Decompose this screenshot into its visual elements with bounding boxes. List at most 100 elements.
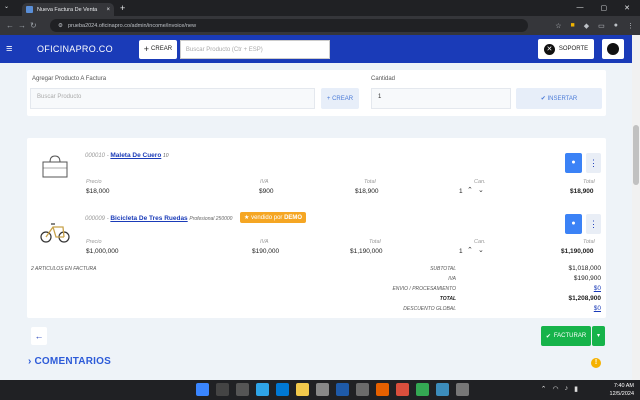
envio-link[interactable]: $0 [541, 285, 601, 292]
browser-menu-icon[interactable]: ⋮ [627, 22, 634, 30]
badge-vendor: DEMO [284, 215, 303, 221]
chrome-icon[interactable] [416, 383, 429, 396]
close-window-icon[interactable]: ✕ [624, 4, 630, 12]
store-icon[interactable] [276, 383, 289, 396]
product-search-input[interactable]: Buscar Producto [30, 88, 315, 109]
header-crear-button[interactable]: + CREAR [138, 39, 177, 59]
app-icon[interactable] [456, 383, 469, 396]
user-icon: ● [571, 159, 576, 166]
item-code: 000010 - [85, 153, 111, 159]
cantidad-input[interactable]: 1 [371, 88, 511, 109]
maximize-icon[interactable]: ▢ [601, 4, 608, 12]
task-view-icon[interactable] [236, 383, 249, 396]
bookmark-star-icon[interactable]: ☆ [555, 22, 561, 30]
firefox-icon[interactable] [376, 383, 389, 396]
total-label: TOTAL [439, 296, 456, 302]
comentarios-section-toggle[interactable]: › COMENTARIOS [28, 356, 111, 367]
tab-close-icon[interactable]: × [106, 7, 110, 13]
invoice-items-card: 000010 - Maleta De Cuero 10 ● ⋮ Precio $… [27, 138, 606, 318]
window-controls: — ▢ ✕ [577, 4, 640, 12]
qty-up-icon[interactable]: ⌃ [467, 186, 473, 194]
grand-total-value: $1,208,900 [568, 295, 601, 302]
header-product-search-input[interactable]: Buscar Producto (Ctr + ESP) [179, 39, 330, 59]
user-menu-button[interactable] [602, 39, 624, 59]
subtotal-label: SUBTOTAL [430, 266, 456, 272]
edge-icon[interactable] [256, 383, 269, 396]
crear-product-button[interactable]: + CREAR [321, 88, 359, 109]
add-product-card: Agregar Producto A Factura Buscar Produc… [27, 70, 606, 116]
vendor-badge: ★ vendido por DEMO [240, 212, 307, 223]
facturar-button[interactable]: ✔ FACTURAR [541, 326, 591, 346]
item-total: $1,190,000 [350, 248, 383, 255]
iva-col-label: IVA [260, 239, 269, 245]
browser-tab[interactable]: Nueva Factura De Venta × [22, 3, 114, 16]
item-qty: 1 [459, 188, 463, 195]
total-col-label: Total [369, 239, 381, 245]
info-icon[interactable]: ! [591, 358, 601, 368]
back-icon[interactable]: ← [6, 21, 18, 30]
tab-search-icon[interactable]: ⌄ [4, 3, 14, 13]
file-explorer-icon[interactable] [296, 383, 309, 396]
item-precio: $1,000,000 [86, 248, 119, 255]
extensions-puzzle-icon[interactable]: ◆ [584, 22, 589, 30]
can-col-label: Can. [474, 239, 486, 245]
descuento-label: DESCUENTO GLOBAL [403, 306, 456, 312]
app-logo[interactable]: OFICINAPRO.CO [37, 44, 113, 54]
can-col-label: Can. [474, 179, 486, 185]
item-options-button[interactable]: ⋮ [586, 153, 601, 173]
descuento-link[interactable]: $0 [541, 305, 601, 312]
app-icon[interactable] [396, 383, 409, 396]
items-count: 2 ARTICULOS EN FACTURA [31, 266, 97, 272]
app-icon[interactable] [316, 383, 329, 396]
system-tray: ⌃ ◠ ♪ ▮ [541, 385, 578, 393]
app-icon[interactable] [436, 383, 449, 396]
tricycle-image [40, 223, 70, 243]
minimize-icon[interactable]: — [577, 4, 584, 12]
item-qty: 1 [459, 248, 463, 255]
item-user-button[interactable]: ● [565, 214, 582, 234]
qty-up-icon[interactable]: ⌃ [467, 246, 473, 254]
facturar-dropdown-button[interactable]: ▾ [592, 326, 605, 346]
envio-label: ENVIO / PROCESAMIENTO [392, 286, 456, 292]
terminal-icon[interactable] [336, 383, 349, 396]
chevron-up-icon[interactable]: ⌃ [541, 385, 547, 393]
item-line-total: $18,900 [570, 188, 594, 195]
item-line-2: 000009 - Bicicleta De Tres Ruedas Profes… [85, 215, 232, 222]
start-icon[interactable] [196, 383, 209, 396]
wifi-icon[interactable]: ◠ [553, 385, 559, 393]
scrollbar-thumb[interactable] [633, 125, 639, 185]
search-icon[interactable] [216, 383, 229, 396]
browser-toolbar-icons: ☆ ■ ◆ ▭ ● ⋮ [555, 22, 634, 30]
volume-icon[interactable]: ♪ [565, 385, 569, 393]
taskbar-clock[interactable]: 7:40 AM 12/5/2024 [610, 382, 634, 398]
item-name-link[interactable]: Maleta De Cuero [110, 152, 161, 159]
qty-down-icon[interactable]: ⌄ [478, 246, 484, 254]
item-extra: 10 [162, 153, 169, 159]
soporte-button[interactable]: ✕ SOPORTE [538, 39, 594, 59]
profile-icon[interactable]: ● [614, 22, 618, 30]
split-view-icon[interactable]: ▭ [598, 22, 605, 30]
item-extra: Profesional 250000 [189, 216, 233, 222]
menu-hamburger-icon[interactable]: ≡ [6, 43, 19, 55]
new-tab-button[interactable]: + [120, 3, 125, 13]
url-field[interactable]: ⚙ prueba2024.oficinapro.co/admin/income/… [50, 19, 528, 32]
reload-icon[interactable]: ↻ [30, 21, 42, 30]
clock-date: 12/5/2024 [609, 391, 634, 397]
badge-text: vendido por [251, 215, 285, 221]
battery-icon[interactable]: ▮ [574, 385, 578, 393]
extension-icon[interactable]: ■ [571, 22, 575, 30]
address-bar: ← → ↻ ⚙ prueba2024.oficinapro.co/admin/i… [0, 16, 640, 35]
site-info-icon[interactable]: ⚙ [58, 23, 63, 29]
forward-icon[interactable]: → [18, 21, 30, 30]
back-button[interactable]: ← [31, 327, 47, 345]
item-name-link[interactable]: Bicicleta De Tres Ruedas [110, 215, 187, 222]
item-iva: $900 [259, 188, 274, 195]
qty-down-icon[interactable]: ⌄ [478, 186, 484, 194]
item-options-button[interactable]: ⋮ [586, 214, 601, 234]
insertar-button[interactable]: ✔ INSERTAR [516, 88, 602, 109]
app-header: ≡ OFICINAPRO.CO + CREAR Buscar Producto … [0, 35, 632, 63]
page-scrollbar[interactable] [632, 35, 640, 380]
item-user-button[interactable]: ● [565, 153, 582, 173]
app-icon[interactable] [356, 383, 369, 396]
plus-icon: + [143, 44, 150, 54]
